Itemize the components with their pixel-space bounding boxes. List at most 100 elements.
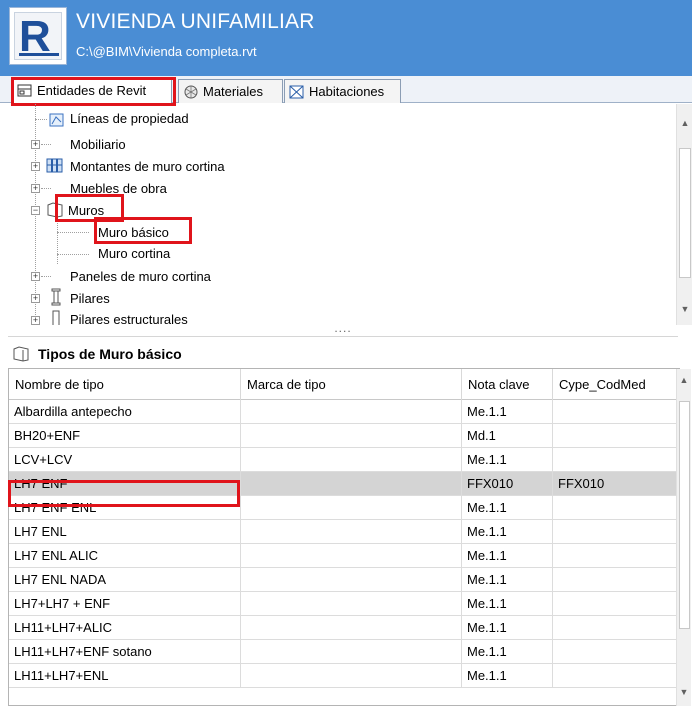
- table-row[interactable]: LH11+LH7+ENF sotano Me.1.1: [9, 640, 679, 664]
- app-header: R VIVIENDA UNIFAMILIAR C:\@BIM\Vivienda …: [0, 0, 692, 76]
- scroll-down-icon[interactable]: ▼: [679, 304, 691, 314]
- cell-cype: [553, 664, 679, 687]
- tree-item-lineas-propiedad[interactable]: Líneas de propiedad: [70, 111, 189, 126]
- tree-item-pilares[interactable]: Pilares: [70, 291, 110, 306]
- table-row[interactable]: LH11+LH7+ENL Me.1.1: [9, 664, 679, 688]
- cell-cype: [553, 400, 679, 423]
- column-header-marca[interactable]: Marca de tipo: [241, 369, 462, 400]
- expand-icon[interactable]: +: [31, 184, 40, 193]
- cell-nombre: LH7 ENF: [9, 472, 241, 495]
- cell-nota: Me.1.1: [462, 568, 553, 591]
- cell-nota: Me.1.1: [462, 664, 553, 687]
- tree-item-mobiliario[interactable]: Mobiliario: [70, 137, 126, 152]
- cell-nota: Me.1.1: [462, 520, 553, 543]
- table-row[interactable]: BH20+ENF Md.1: [9, 424, 679, 448]
- tree-item-muro-basico[interactable]: Muro básico: [98, 225, 169, 240]
- expand-icon[interactable]: +: [31, 294, 40, 303]
- cell-nota: Me.1.1: [462, 640, 553, 663]
- cell-nombre: LCV+LCV: [9, 448, 241, 471]
- project-path: C:\@BIM\Vivienda completa.rvt: [76, 44, 257, 59]
- cell-marca: [241, 616, 462, 639]
- materials-icon: [183, 85, 199, 99]
- cell-nombre: LH11+LH7+ALIC: [9, 616, 241, 639]
- cell-marca: [241, 592, 462, 615]
- cell-marca: [241, 400, 462, 423]
- pane-splitter[interactable]: ....: [8, 322, 678, 337]
- tab-bar: Entidades de Revit Materiales Habitacion…: [0, 76, 692, 103]
- cell-nombre: BH20+ENF: [9, 424, 241, 447]
- cell-marca: [241, 520, 462, 543]
- wall-type-icon: [12, 346, 30, 362]
- table-scrollbar[interactable]: ▲ ▼: [676, 369, 691, 706]
- tree-item-muebles-obra[interactable]: Muebles de obra: [70, 181, 167, 196]
- table-row[interactable]: LH7 ENL ALIC Me.1.1: [9, 544, 679, 568]
- cell-marca: [241, 568, 462, 591]
- tree-scrollbar[interactable]: ▲ ▼: [676, 104, 692, 325]
- collapse-icon[interactable]: −: [31, 206, 40, 215]
- tree-item-montantes[interactable]: Montantes de muro cortina: [70, 159, 225, 174]
- cell-marca: [241, 424, 462, 447]
- tab-materiales[interactable]: Materiales: [178, 79, 283, 103]
- cell-nota: Me.1.1: [462, 544, 553, 567]
- table-row[interactable]: LCV+LCV Me.1.1: [9, 448, 679, 472]
- tab-entidades-revit[interactable]: Entidades de Revit: [12, 77, 172, 103]
- scroll-up-icon[interactable]: ▲: [679, 118, 691, 128]
- cell-nota: Me.1.1: [462, 400, 553, 423]
- table-row[interactable]: LH7 ENF ENL Me.1.1: [9, 496, 679, 520]
- cell-nota: Md.1: [462, 424, 553, 447]
- cell-marca: [241, 664, 462, 687]
- cell-nombre: Albardilla antepecho: [9, 400, 241, 423]
- cell-nombre: LH7+LH7 + ENF: [9, 592, 241, 615]
- structural-column-icon: [51, 310, 61, 325]
- cell-marca: [241, 496, 462, 519]
- cell-nombre: LH11+LH7+ENL: [9, 664, 241, 687]
- table-row-selected[interactable]: LH7 ENF FFX010 FFX010: [9, 472, 679, 496]
- cell-cype: [553, 544, 679, 567]
- tree-item-paneles[interactable]: Paneles de muro cortina: [70, 269, 211, 284]
- table-row[interactable]: LH7+LH7 + ENF Me.1.1: [9, 592, 679, 616]
- table-row[interactable]: Albardilla antepecho Me.1.1: [9, 400, 679, 424]
- tree-item-muros[interactable]: Muros: [68, 203, 104, 218]
- table-scrollbar-thumb[interactable]: [679, 401, 690, 629]
- project-title: VIVIENDA UNIFAMILIAR: [76, 10, 315, 33]
- column-header-cype[interactable]: Cype_CodMed: [553, 369, 679, 400]
- cell-cype: [553, 640, 679, 663]
- tab-habitaciones[interactable]: Habitaciones: [284, 79, 401, 103]
- column-icon: [51, 288, 61, 306]
- tree-scrollbar-thumb[interactable]: [679, 148, 691, 278]
- column-header-nota[interactable]: Nota clave: [462, 369, 553, 400]
- table-header: Nombre de tipo Marca de tipo Nota clave …: [9, 369, 679, 400]
- table-row[interactable]: LH7 ENL NADA Me.1.1: [9, 568, 679, 592]
- entity-tree: Líneas de propiedad + Mobiliario + Monta…: [8, 104, 678, 325]
- column-header-nombre[interactable]: Nombre de tipo: [9, 369, 241, 400]
- expand-icon[interactable]: +: [31, 140, 40, 149]
- cell-cype: [553, 568, 679, 591]
- table-row[interactable]: LH7 ENL Me.1.1: [9, 520, 679, 544]
- cell-cype: [553, 424, 679, 447]
- table-row[interactable]: LH11+LH7+ALIC Me.1.1: [9, 616, 679, 640]
- cell-cype: [553, 616, 679, 639]
- rooms-icon: [289, 85, 305, 99]
- cell-nota: Me.1.1: [462, 592, 553, 615]
- cell-nombre: LH7 ENL ALIC: [9, 544, 241, 567]
- tree-item-muro-cortina[interactable]: Muro cortina: [98, 246, 170, 261]
- tab-label: Entidades de Revit: [37, 83, 147, 98]
- cell-nota: Me.1.1: [462, 496, 553, 519]
- tree-item-pilares-estructurales[interactable]: Pilares estructurales: [70, 312, 188, 325]
- cell-cype: FFX010: [553, 472, 679, 495]
- cell-cype: [553, 520, 679, 543]
- expand-icon[interactable]: +: [31, 316, 40, 325]
- entities-icon: [17, 84, 33, 98]
- cell-nombre: LH7 ENL: [9, 520, 241, 543]
- scroll-down-icon[interactable]: ▼: [678, 687, 690, 697]
- scroll-up-icon[interactable]: ▲: [678, 375, 690, 385]
- cell-nombre: LH7 ENF ENL: [9, 496, 241, 519]
- tab-label: Habitaciones: [309, 84, 385, 99]
- cell-marca: [241, 640, 462, 663]
- cell-nota: Me.1.1: [462, 448, 553, 471]
- wall-types-table: Nombre de tipo Marca de tipo Nota clave …: [8, 368, 680, 706]
- revit-logo-icon: R: [9, 7, 67, 65]
- expand-icon[interactable]: +: [31, 162, 40, 171]
- expand-icon[interactable]: +: [31, 272, 40, 281]
- section-header: Tipos de Muro básico: [8, 341, 182, 367]
